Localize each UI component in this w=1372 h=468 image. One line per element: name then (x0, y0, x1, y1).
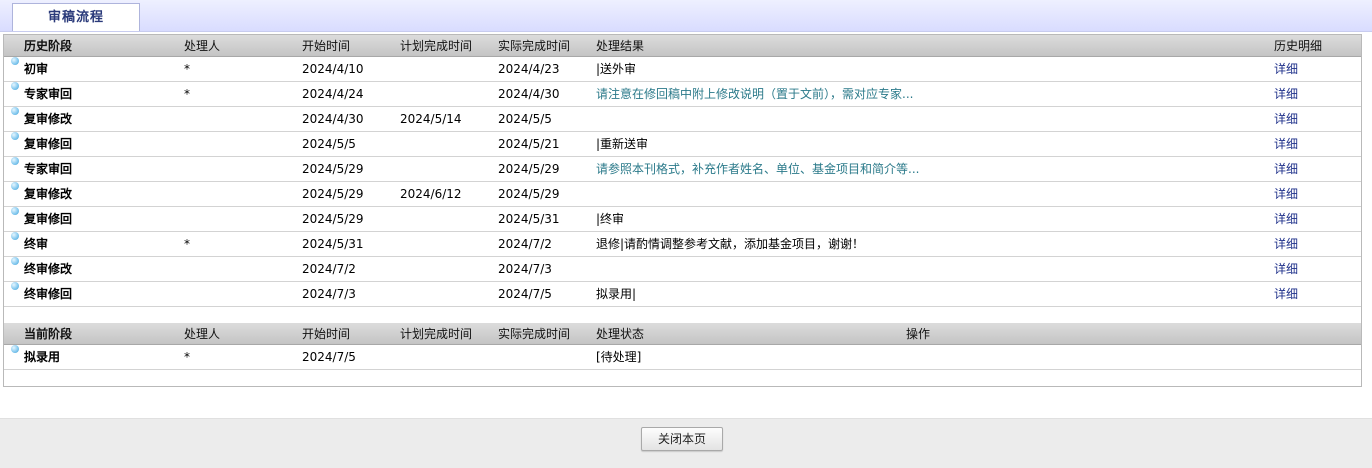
detail-link[interactable]: 详细 (1274, 132, 1298, 156)
bullet-icon (11, 282, 19, 290)
detail-link[interactable]: 详细 (1274, 107, 1298, 131)
header-start-time: 开始时间 (302, 327, 351, 341)
history-row: 终审修改 2024/7/2 2024/7/3 详细 (4, 257, 1361, 282)
planned-time: 2024/5/14 (400, 112, 462, 126)
bullet-icon (11, 107, 19, 115)
header-planned-time: 计划完成时间 (400, 327, 473, 341)
result-text: |送外审 (596, 62, 637, 76)
history-row: 复审修回 2024/5/5 2024/5/21 |重新送审 详细 (4, 132, 1361, 157)
result-text: 拟录用| (596, 287, 637, 301)
stage-name: 专家审回 (24, 87, 73, 101)
header-history-detail: 历史明细 (1274, 39, 1323, 53)
start-time: 2024/7/5 (302, 350, 356, 364)
handler: * (184, 62, 190, 76)
actual-time: 2024/7/2 (498, 237, 552, 251)
handler: * (184, 237, 190, 251)
actual-time: 2024/4/30 (498, 87, 560, 101)
history-row: 复审修改 2024/4/30 2024/5/14 2024/5/5 详细 (4, 107, 1361, 132)
bullet-icon (11, 57, 19, 65)
header-actual-time: 实际完成时间 (498, 39, 571, 53)
start-time: 2024/5/29 (302, 187, 364, 201)
bullet-icon (11, 132, 19, 140)
stage-name: 终审修改 (24, 262, 73, 276)
start-time: 2024/5/29 (302, 162, 364, 176)
handler: * (184, 87, 190, 101)
history-row: 复审修改 2024/5/29 2024/6/12 2024/5/29 详细 (4, 182, 1361, 207)
header-history-stage: 历史阶段 (24, 39, 73, 53)
header-planned-time: 计划完成时间 (400, 39, 473, 53)
actual-time: 2024/4/23 (498, 62, 560, 76)
actual-time: 2024/7/3 (498, 262, 552, 276)
history-row: 终审 * 2024/5/31 2024/7/2 退修|请酌情调整参考文献，添加基金项目，… (4, 232, 1361, 257)
actual-time: 2024/5/5 (498, 112, 552, 126)
history-row: 专家审回 2024/5/29 2024/5/29 请参照本刊格式，补充作者姓名、单位、… (4, 157, 1361, 182)
tab-review-process[interactable]: 审稿流程 (12, 3, 140, 31)
current-row: 拟录用 * 2024/7/5 [待处理] (4, 345, 1361, 370)
header-current-stage: 当前阶段 (24, 327, 73, 341)
footer-bar: 关闭本页 (0, 418, 1372, 468)
start-time: 2024/5/29 (302, 212, 364, 226)
current-table-header: 当前阶段 处理人 开始时间 计划完成时间 实际完成时间 处理状态 操作 (4, 323, 1361, 345)
bullet-icon (11, 232, 19, 240)
history-row: 初审 * 2024/4/10 2024/4/23 |送外审 详细 (4, 57, 1361, 82)
stage-name: 复审修回 (24, 137, 73, 151)
stage-name: 终审 (24, 237, 49, 251)
actual-time: 2024/5/21 (498, 137, 560, 151)
planned-time: 2024/6/12 (400, 187, 462, 201)
stage-name: 终审修回 (24, 287, 73, 301)
start-time: 2024/7/3 (302, 287, 356, 301)
actual-time: 2024/5/29 (498, 187, 560, 201)
detail-link[interactable]: 详细 (1274, 182, 1298, 206)
bullet-icon (11, 257, 19, 265)
detail-link[interactable]: 详细 (1274, 57, 1298, 81)
start-time: 2024/5/31 (302, 237, 364, 251)
header-result: 处理结果 (596, 39, 645, 53)
detail-link[interactable]: 详细 (1274, 157, 1298, 181)
detail-link[interactable]: 详细 (1274, 207, 1298, 231)
result-link[interactable]: 请参照本刊格式，补充作者姓名、单位、基金项目和简介等... (596, 157, 919, 181)
stage-name: 专家审回 (24, 162, 73, 176)
top-tab-bar: 审稿流程 (0, 0, 1372, 32)
actual-time: 2024/5/29 (498, 162, 560, 176)
stage-name: 初审 (24, 62, 49, 76)
actual-time: 2024/5/31 (498, 212, 560, 226)
close-page-button[interactable]: 关闭本页 (641, 427, 723, 451)
bullet-icon (11, 345, 19, 353)
result-link[interactable]: 请注意在修回稿中附上修改说明（置于文前），需对应专家... (596, 82, 913, 106)
result-text: |终审 (596, 212, 625, 226)
start-time: 2024/5/5 (302, 137, 356, 151)
handler: * (184, 350, 190, 364)
status-text: [待处理] (596, 350, 642, 364)
review-process-panel: 历史阶段 处理人 开始时间 计划完成时间 实际完成时间 处理结果 历史明细 初审… (3, 34, 1362, 387)
detail-link[interactable]: 详细 (1274, 82, 1298, 106)
detail-link[interactable]: 详细 (1274, 257, 1298, 281)
bullet-icon (11, 207, 19, 215)
start-time: 2024/7/2 (302, 262, 356, 276)
history-table-header: 历史阶段 处理人 开始时间 计划完成时间 实际完成时间 处理结果 历史明细 (4, 35, 1361, 57)
header-start-time: 开始时间 (302, 39, 351, 53)
start-time: 2024/4/30 (302, 112, 364, 126)
bullet-icon (11, 82, 19, 90)
stage-name: 复审修回 (24, 212, 73, 226)
stage-name: 复审修改 (24, 112, 73, 126)
bullet-icon (11, 157, 19, 165)
result-text: 退修|请酌情调整参考文献，添加基金项目，谢谢！ (596, 237, 865, 251)
header-status: 处理状态 (596, 327, 645, 341)
history-row: 终审修回 2024/7/3 2024/7/5 拟录用| 详细 (4, 282, 1361, 307)
header-handler: 处理人 (184, 327, 221, 341)
detail-link[interactable]: 详细 (1274, 232, 1298, 256)
header-handler: 处理人 (184, 39, 221, 53)
actual-time: 2024/7/5 (498, 287, 552, 301)
start-time: 2024/4/24 (302, 87, 364, 101)
detail-link[interactable]: 详细 (1274, 282, 1298, 306)
history-row: 复审修回 2024/5/29 2024/5/31 |终审 详细 (4, 207, 1361, 232)
start-time: 2024/4/10 (302, 62, 364, 76)
header-operation: 操作 (906, 327, 931, 341)
result-text: |重新送审 (596, 137, 649, 151)
header-actual-time: 实际完成时间 (498, 327, 571, 341)
stage-name: 复审修改 (24, 187, 73, 201)
history-row: 专家审回 * 2024/4/24 2024/4/30 请注意在修回稿中附上修改说明（置于… (4, 82, 1361, 107)
stage-name: 拟录用 (24, 350, 61, 364)
bullet-icon (11, 182, 19, 190)
